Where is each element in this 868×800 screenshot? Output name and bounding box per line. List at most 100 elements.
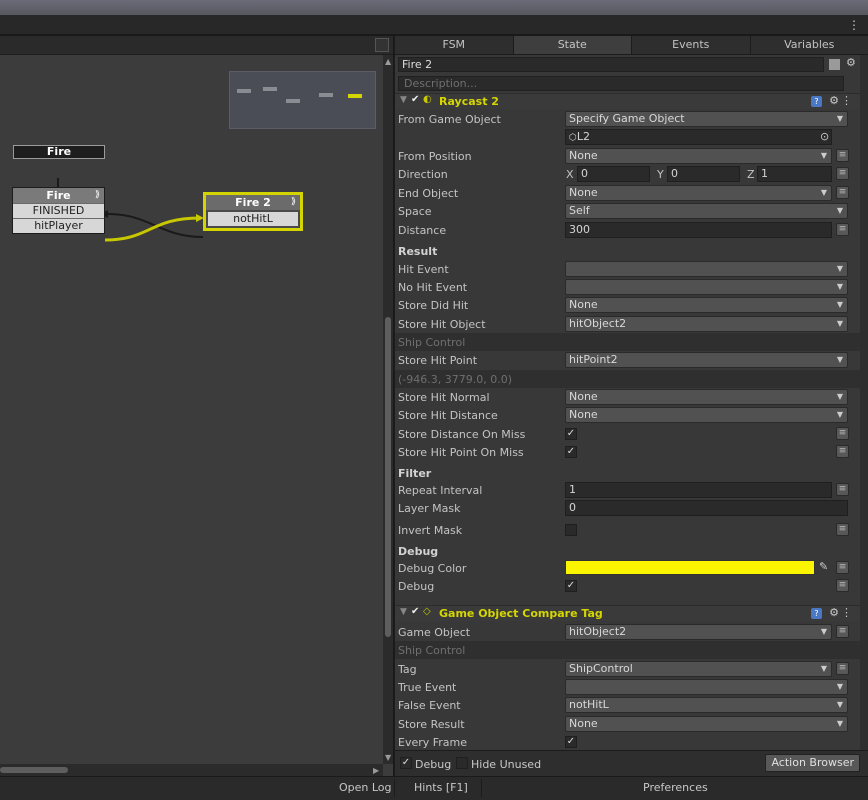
action-header-raycast[interactable]: ▼ ✔ ◐ Raycast 2 ? ⚙ ⋮ [395,93,860,109]
action-menu-icon[interactable]: ⋮ [841,94,852,107]
param-row: ⬡L2 ⊙ [395,128,860,146]
variable-hint: Ship Control [398,644,466,657]
param-label: Repeat Interval [398,484,483,497]
false-event-dropdown[interactable]: notHitL ▼ [565,697,848,713]
graph-vertical-scrollbar[interactable]: ▲ ▼ [383,55,393,764]
debug-checkbox[interactable]: ✓ [565,580,577,592]
foldout-arrow-icon[interactable]: ▼ [400,607,407,617]
variable-toggle-button[interactable]: ≡ [836,445,849,458]
variable-toggle-button[interactable]: ≡ [836,167,849,180]
graph-canvas[interactable] [0,55,383,764]
no-hit-event-dropdown[interactable]: ▼ [565,279,848,295]
variable-toggle-button[interactable]: ≡ [836,483,849,496]
action-enabled-checkbox[interactable]: ✔ [411,94,419,105]
direction-x-field[interactable]: 0 [577,166,650,182]
action-settings-icon[interactable]: ⚙ [829,94,839,107]
end-object-dropdown[interactable]: None ▼ [565,185,832,201]
invert-mask-checkbox[interactable] [565,524,577,536]
scrollbar-thumb[interactable] [385,317,391,637]
tab-state[interactable]: State [513,36,632,54]
graph-horizontal-scrollbar[interactable]: ▶ [0,764,383,776]
hit-point-readout: (-946.3, 3779.0, 0.0) [398,373,513,386]
preferences-button[interactable]: Preferences [643,781,708,794]
layer-mask-field[interactable]: 0 [565,500,848,516]
store-did-hit-dropdown[interactable]: None ▼ [565,297,848,313]
variable-toggle-button[interactable]: ≡ [836,427,849,440]
variable-toggle-button[interactable]: ≡ [836,561,849,574]
repeat-interval-field[interactable]: 1 [565,482,832,498]
distance-field[interactable]: 300 [565,222,832,238]
store-distance-on-miss-checkbox[interactable]: ✓ [565,428,577,440]
state-name-input[interactable]: Fire 2 [398,57,824,72]
foldout-arrow-icon[interactable]: ▼ [400,95,407,105]
store-hit-point-on-miss-checkbox[interactable]: ✓ [565,446,577,458]
every-frame-checkbox[interactable]: ✓ [565,736,577,748]
eyedropper-icon[interactable]: ✎ [819,560,828,573]
dropdown-value: None [569,408,598,421]
dropdown-value: hitObject2 [569,317,627,330]
store-hit-normal-dropdown[interactable]: None ▼ [565,389,848,405]
action-title: Raycast 2 [439,95,499,108]
true-event-dropdown[interactable]: ▼ [565,679,848,695]
param-row: From Position None ▼ ≡ [395,147,860,165]
variable-toggle-button[interactable]: ≡ [836,223,849,236]
debug-toggle-checkbox[interactable]: ✓ [400,757,412,769]
inspector-scrollbar[interactable] [860,55,868,750]
scroll-down-icon[interactable]: ▼ [385,753,391,762]
tab-fsm[interactable]: FSM [395,36,514,54]
description-input[interactable]: Description... [398,76,844,91]
store-hit-distance-dropdown[interactable]: None ▼ [565,407,848,423]
state-node-header[interactable]: Fire ⟫ [13,188,104,203]
state-node-header[interactable]: Fire 2 ⟫ [206,195,300,210]
transition-event[interactable]: FINISHED [13,204,104,218]
variable-toggle-button[interactable]: ≡ [836,523,849,536]
state-color-swatch[interactable] [829,59,840,70]
tab-events[interactable]: Events [632,36,751,54]
transition-event[interactable]: notHitL [208,212,298,226]
top-strip [0,0,868,15]
fsm-graph-view[interactable]: Fire Fire ⟫ FINISHED hitPlayer Fire 2 ⟫ no… [0,36,393,776]
transition-event[interactable]: hitPlayer [13,219,104,233]
help-icon[interactable]: ? [811,608,822,619]
settings-gear-icon[interactable]: ⚙ [846,56,856,69]
minimap[interactable] [229,71,376,129]
game-object-field[interactable]: ⬡L2 [565,129,832,145]
variable-toggle-button[interactable]: ≡ [836,149,849,162]
open-log-button[interactable]: Open Log [339,781,392,794]
tab-variables[interactable]: Variables [751,36,868,54]
action-header-compare-tag[interactable]: ▼ ✔ ◇ Game Object Compare Tag ? ⚙ ⋮ [395,605,860,621]
state-node-fire-2-selected[interactable]: Fire 2 ⟫ notHitL [203,192,303,231]
direction-z-field[interactable]: 1 [757,166,832,182]
from-position-dropdown[interactable]: None ▼ [565,148,832,164]
hide-unused-checkbox[interactable] [456,757,468,769]
space-dropdown[interactable]: Self ▼ [565,203,848,219]
action-settings-icon[interactable]: ⚙ [829,606,839,619]
chevron-down-icon: ▼ [836,300,843,309]
variable-toggle-button[interactable]: ≡ [836,579,849,592]
object-picker-icon[interactable]: ⊙ [820,130,829,143]
scroll-up-icon[interactable]: ▲ [385,57,391,66]
action-browser-button[interactable]: Action Browser [765,754,860,772]
debug-color-swatch[interactable] [565,560,815,575]
action-menu-icon[interactable]: ⋮ [841,606,852,619]
hints-button[interactable]: Hints [F1] [414,781,468,794]
store-hit-object-dropdown[interactable]: hitObject2 ▼ [565,316,848,332]
variable-toggle-button[interactable]: ≡ [836,186,849,199]
tag-dropdown[interactable]: ShipControl ▼ [565,661,832,677]
scroll-right-icon[interactable]: ▶ [373,766,379,775]
scrollbar-thumb[interactable] [0,767,68,773]
store-hit-point-dropdown[interactable]: hitPoint2 ▼ [565,352,848,368]
store-result-dropdown[interactable]: None ▼ [565,716,848,732]
minimap-node [286,99,300,103]
help-icon[interactable]: ? [811,96,822,107]
maximize-icon[interactable] [375,38,389,52]
from-game-object-dropdown[interactable]: Specify Game Object ▼ [565,111,848,127]
hit-event-dropdown[interactable]: ▼ [565,261,848,277]
variable-toggle-button[interactable]: ≡ [836,625,849,638]
state-node-fire[interactable]: Fire ⟫ FINISHED hitPlayer [12,187,105,234]
action-enabled-checkbox[interactable]: ✔ [411,606,419,617]
variable-toggle-button[interactable]: ≡ [836,662,849,675]
game-object-dropdown[interactable]: hitObject2 ▼ [565,624,832,640]
kebab-menu-icon[interactable]: ⋮ [848,18,860,32]
direction-y-field[interactable]: 0 [667,166,740,182]
